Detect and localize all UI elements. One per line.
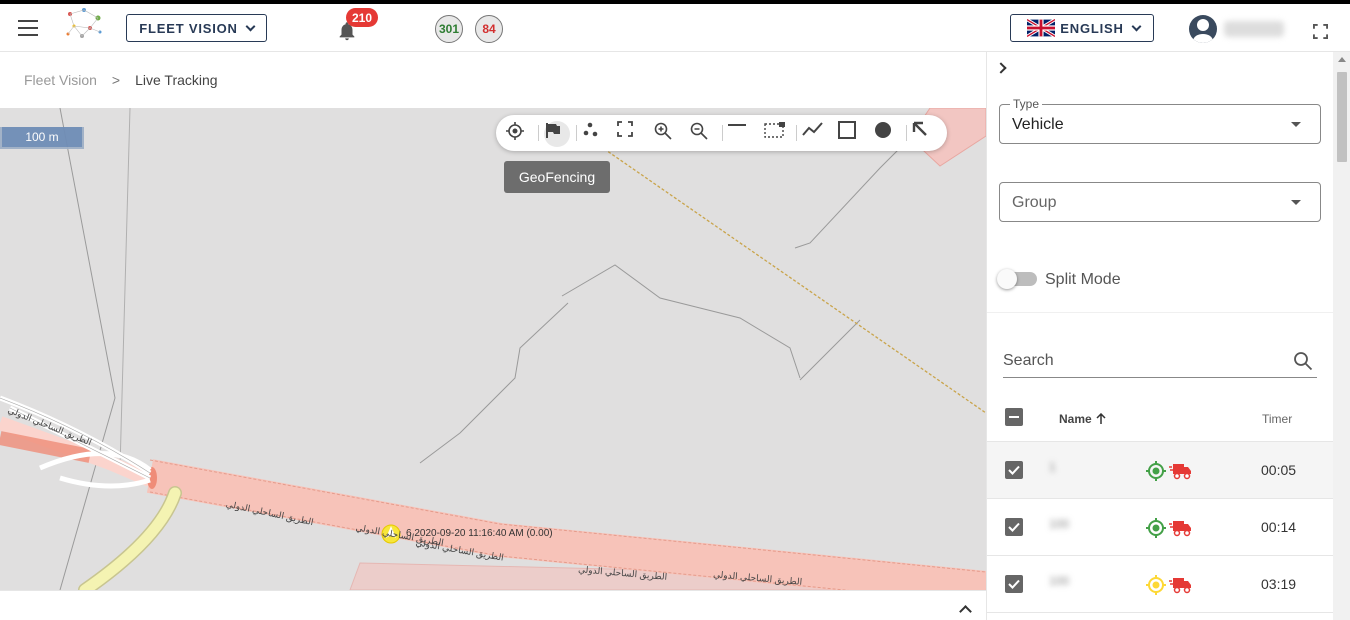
map-tiles	[0, 108, 986, 590]
sort-up-icon	[1096, 412, 1106, 424]
vehicle-name: 100	[1049, 517, 1070, 531]
split-mode-label: Split Mode	[1045, 271, 1121, 288]
type-label: Type	[1010, 97, 1043, 111]
chevron-right-icon[interactable]	[995, 62, 1007, 74]
truck-icon	[1169, 464, 1191, 480]
row-checkbox[interactable]	[1005, 575, 1023, 593]
breadcrumb: Fleet Vision > Live Tracking	[24, 72, 218, 88]
name-column-header[interactable]: Name	[1059, 412, 1107, 426]
search-icon[interactable]	[1293, 351, 1313, 371]
vehicle-name: 100	[1049, 574, 1070, 588]
divider	[987, 312, 1333, 313]
app-header: FLEET VISION 210 301 84 ENGLISH	[0, 4, 1350, 52]
panel-scrollbar[interactable]	[1333, 52, 1350, 620]
select-pointer-button[interactable]	[912, 121, 938, 147]
row-checkbox[interactable]	[1005, 461, 1023, 479]
geofencing-button[interactable]	[544, 121, 570, 147]
breadcrumb-root[interactable]: Fleet Vision	[24, 72, 97, 88]
zoom-in-button[interactable]	[653, 121, 679, 147]
chevron-up-icon[interactable]	[959, 605, 972, 618]
company-logo	[66, 8, 102, 38]
fullscreen-icon[interactable]	[1313, 24, 1328, 39]
caret-down-icon	[1291, 200, 1301, 205]
group-select[interactable]: Group	[999, 182, 1321, 222]
select-area-button[interactable]	[764, 121, 790, 147]
zoom-in-icon	[654, 122, 672, 140]
vehicle-side-panel: Type Vehicle Group Split Mode Name Timer…	[986, 52, 1350, 620]
timer-column-header[interactable]: Timer	[1262, 412, 1292, 426]
truck-icon	[1169, 578, 1191, 594]
caret-down-icon	[1291, 122, 1301, 127]
row-timer: 00:05	[1261, 462, 1297, 478]
fit-bounds-button[interactable]	[617, 121, 643, 147]
zoom-out-button[interactable]	[689, 121, 715, 147]
vehicle-row[interactable]: 100 03:19	[987, 556, 1333, 613]
row-timer: 00:14	[1261, 519, 1297, 535]
locate-button[interactable]	[505, 121, 531, 147]
map-canvas[interactable]: 100 m GeoFencing 6 2020-09-20 11:16:40 A…	[0, 108, 986, 590]
username-blurred[interactable]	[1224, 21, 1284, 37]
chevron-down-icon	[245, 21, 256, 31]
language-dropdown[interactable]: ENGLISH	[1010, 14, 1154, 42]
cluster-icon	[583, 122, 598, 137]
chevron-down-icon	[1131, 21, 1142, 31]
search-input[interactable]	[1003, 351, 1283, 371]
zoom-out-icon	[690, 122, 708, 140]
row-timer: 03:19	[1261, 576, 1297, 592]
group-placeholder: Group	[1012, 194, 1057, 211]
gps-status-icon	[1146, 461, 1166, 481]
vehicle-row[interactable]: 1 00:05	[987, 442, 1333, 499]
user-avatar[interactable]	[1189, 15, 1217, 43]
vehicle-name: 1	[1049, 460, 1056, 474]
select-all-checkbox[interactable]	[1005, 408, 1023, 426]
select-area-icon	[764, 122, 785, 138]
crosshair-icon	[506, 122, 524, 140]
table-header: Name Timer	[987, 398, 1333, 442]
fleet-vision-dropdown[interactable]: FLEET VISION	[126, 14, 267, 42]
draw-circle-button[interactable]	[874, 121, 900, 147]
user-icon	[1193, 19, 1213, 43]
truck-icon	[1169, 521, 1191, 537]
measure-line-button[interactable]	[727, 121, 753, 147]
search-field	[1003, 345, 1317, 378]
fleet-vision-label: FLEET VISION	[139, 20, 238, 36]
bottom-drawer	[0, 590, 986, 620]
square-icon	[838, 121, 856, 139]
scroll-up-icon[interactable]	[1338, 57, 1346, 62]
breadcrumb-current: Live Tracking	[135, 72, 218, 88]
arrow-cursor-icon	[912, 121, 927, 136]
vehicle-row[interactable]: 100 00:14	[987, 499, 1333, 556]
check-icon	[1008, 465, 1020, 475]
polyline-icon	[802, 122, 823, 136]
uk-flag-icon	[1027, 19, 1055, 37]
language-label: ENGLISH	[1060, 20, 1124, 36]
geofencing-tooltip: GeoFencing	[504, 161, 610, 193]
notifications-badge: 210	[346, 8, 378, 27]
cluster-button[interactable]	[582, 121, 608, 147]
line-icon	[728, 124, 746, 126]
draw-rectangle-button[interactable]	[838, 121, 864, 147]
gps-status-icon	[1146, 518, 1166, 538]
scroll-thumb[interactable]	[1337, 72, 1347, 162]
type-value: Vehicle	[1012, 116, 1064, 133]
check-icon	[1008, 522, 1020, 532]
flag-icon	[546, 123, 560, 138]
circle-icon	[875, 122, 891, 138]
offline-count-badge[interactable]: 84	[475, 15, 503, 43]
fit-bounds-icon	[617, 121, 633, 137]
row-checkbox[interactable]	[1005, 518, 1023, 536]
menu-icon[interactable]	[18, 20, 38, 36]
breadcrumb-separator: >	[111, 72, 121, 88]
map-scale: 100 m	[0, 127, 84, 149]
gps-status-icon	[1146, 575, 1166, 595]
map-toolbar	[496, 115, 947, 151]
split-mode-toggle[interactable]	[997, 269, 1037, 289]
online-count-badge[interactable]: 301	[435, 15, 463, 43]
type-select[interactable]: Type Vehicle	[999, 97, 1321, 144]
check-icon	[1008, 579, 1020, 589]
draw-polyline-button[interactable]	[802, 121, 828, 147]
